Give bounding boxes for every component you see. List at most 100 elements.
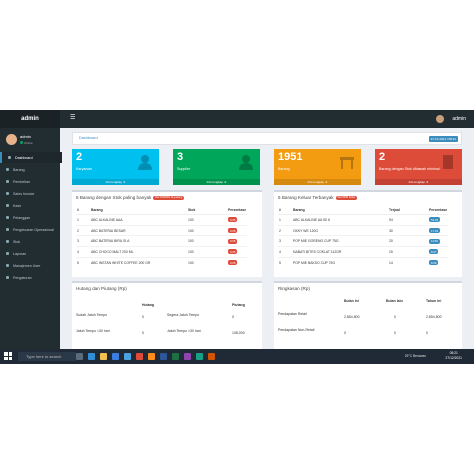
table-cell: ABC BATERAI BESAR: [90, 224, 187, 236]
hamburger-menu-icon[interactable]: ☰: [70, 115, 76, 121]
table-row: 2 OKKY WE 120G 30 17.34: [278, 224, 449, 236]
user-menu[interactable]: admin: [452, 115, 466, 123]
sidebar-item[interactable]: Pembelian: [0, 176, 60, 187]
chrome-icon[interactable]: [136, 353, 143, 360]
task-view-icon[interactable]: [76, 353, 83, 360]
summary-value: 0: [344, 331, 346, 335]
main-content: Dashboard 27-12-2021 / 08:21 2 Karyawan …: [60, 128, 474, 364]
tile-info-link[interactable]: Info lengkap ➜: [173, 179, 260, 185]
report-icon: [6, 252, 9, 255]
percentage-badge: 0.05: [228, 260, 238, 266]
wallet-icon: [6, 228, 9, 231]
tile-footer-label: Info lengkap: [408, 180, 425, 184]
sidebar-item[interactable]: Pelanggan: [0, 212, 60, 223]
excel-icon[interactable]: [172, 353, 179, 360]
table-cell: 14: [388, 256, 428, 268]
table-cell: ABC ALKALINE AAA: [90, 214, 187, 226]
app-icon[interactable]: [184, 353, 191, 360]
tile-number: 1951: [278, 151, 303, 163]
edge-icon[interactable]: [88, 353, 95, 360]
taskbar-clock[interactable]: 08:21 27/12/2021: [445, 351, 462, 361]
debt-label: Jatuh Tempo <30 hari: [76, 329, 110, 333]
firefox-icon[interactable]: [148, 353, 155, 360]
sidebar-item-label: Pembelian: [13, 179, 30, 184]
tile-low-stock: 2 Barang dengan Stok dibawah minimal Inf…: [375, 149, 462, 185]
tile-info-link[interactable]: Info lengkap ➜: [274, 179, 361, 185]
table-row: 5 ABC INSTAN WHITE COFFEE 200 GR 100 0.05: [76, 256, 248, 268]
summary-value: 0: [394, 315, 396, 319]
app-icon[interactable]: [196, 353, 203, 360]
file-explorer-icon[interactable]: [100, 353, 107, 360]
tile-info-link[interactable]: Info lengkap ➜: [375, 179, 462, 185]
percentage-badge: 17.34: [429, 228, 440, 234]
table-cell: 0.05: [227, 235, 248, 247]
store-icon[interactable]: [112, 353, 119, 360]
weather-indicator[interactable]: 29°C Berawan: [405, 354, 426, 358]
taskbar-search-input[interactable]: Type here to search: [18, 352, 76, 361]
cash-icon: [6, 204, 9, 207]
tile-karyawan: 2 Karyawan Info lengkap ➜: [72, 149, 159, 185]
column-header: Terjual: [388, 205, 428, 215]
gear-icon: [6, 276, 9, 279]
sidebar-item[interactable]: Stok: [0, 236, 60, 247]
table-cell: 8.09: [428, 256, 449, 268]
sidebar-item[interactable]: Manajemen User: [0, 260, 60, 271]
sidebar-item[interactable]: Sales Invoice: [0, 188, 60, 199]
app-logo[interactable]: admin: [0, 110, 60, 128]
table-cell: 20: [388, 235, 428, 247]
status-text: Online: [24, 141, 33, 145]
sidebar-item[interactable]: Pengaturan: [0, 272, 60, 283]
mail-icon[interactable]: [124, 353, 131, 360]
debt-value: 108,000: [232, 331, 245, 335]
table-row: 4 NABATI BITES COKLAT 112GR 15 8.67: [278, 246, 449, 258]
tile-barang: 1951 Barang Info lengkap ➜: [274, 149, 361, 185]
sidebar-item-label: Pengaturan: [13, 275, 32, 280]
table-row: 1 ABC ALKALINE AA ISI 6 94 54.33: [278, 214, 449, 226]
avatar[interactable]: [436, 115, 444, 123]
percentage-badge: 0.05: [228, 249, 238, 255]
column-header: Persentase: [428, 205, 449, 215]
table-cell: ABC INSTAN WHITE COFFEE 200 GR: [90, 256, 187, 268]
percentage-badge: 0.05: [228, 238, 238, 244]
debt-label: Jatuh Tempo >30 hari: [167, 329, 201, 333]
tile-footer-label: Info lengkap: [105, 180, 122, 184]
debt-label: Segera Jatuh Tempo: [167, 313, 200, 317]
table-cell: 0.05: [227, 214, 248, 226]
sidebar-avatar: [6, 134, 17, 145]
table-cell: POP MIE BAKSO CUP 75G: [292, 256, 388, 268]
date-badge: 27-12-2021 / 08:21: [428, 135, 458, 142]
sidebar-item[interactable]: Barang: [0, 164, 60, 175]
table-cell: 2: [278, 224, 292, 236]
card-title: Ringkasan (Rp): [278, 286, 310, 291]
top-stock-table: # Barang Stok Persentase 1 ABC ALKALINE A…: [76, 205, 248, 268]
word-icon[interactable]: [160, 353, 167, 360]
table-cell: 8.67: [428, 246, 449, 258]
summary-value: 2,854,800: [344, 315, 360, 319]
summary-card: Ringkasan (Rp) Bulan ini Bulan lalu Tahu…: [274, 281, 462, 349]
table-cell: 17.34: [428, 224, 449, 236]
table-icon: [340, 157, 354, 169]
sidebar-item[interactable]: Dashboard: [0, 152, 62, 163]
tile-footer-label: Info lengkap: [206, 180, 223, 184]
windows-start-icon[interactable]: [4, 352, 12, 360]
top-sold-card: 5 Barang Keluar Terbanyak Ref #150 bulan …: [274, 190, 462, 277]
sidebar-item[interactable]: Kasir: [0, 200, 60, 211]
sidebar-item[interactable]: Pengeluaran Operasional: [0, 224, 60, 235]
debt-label: Sudah Jatuh Tempo: [76, 313, 108, 317]
tile-number: 3: [177, 151, 184, 163]
app-icon[interactable]: [208, 353, 215, 360]
card-title-text: 5 Barang Keluar Terbanyak: [278, 195, 334, 200]
sidebar-item[interactable]: Laporan: [0, 248, 60, 259]
table-cell: 5: [76, 256, 90, 268]
taskbar: Type here to search 29°C Berawan 08:21 2…: [0, 349, 474, 364]
card-badge: Ref #190001 di gudang: [153, 195, 185, 200]
summary-value: 2,854,800: [426, 315, 442, 319]
sidebar: admin Online Dashboard Barang Pembelian Sal…: [0, 128, 62, 364]
sidebar-item-label: Pengeluaran Operasional: [13, 227, 54, 232]
tile-info-link[interactable]: Info lengkap ➜: [72, 179, 159, 185]
table-cell: 30: [388, 224, 428, 236]
table-cell: OKKY WE 120G: [292, 224, 388, 236]
breadcrumb-dashboard[interactable]: Dashboard: [79, 136, 98, 140]
stock-icon: [6, 240, 9, 243]
user-icon: [138, 155, 152, 170]
